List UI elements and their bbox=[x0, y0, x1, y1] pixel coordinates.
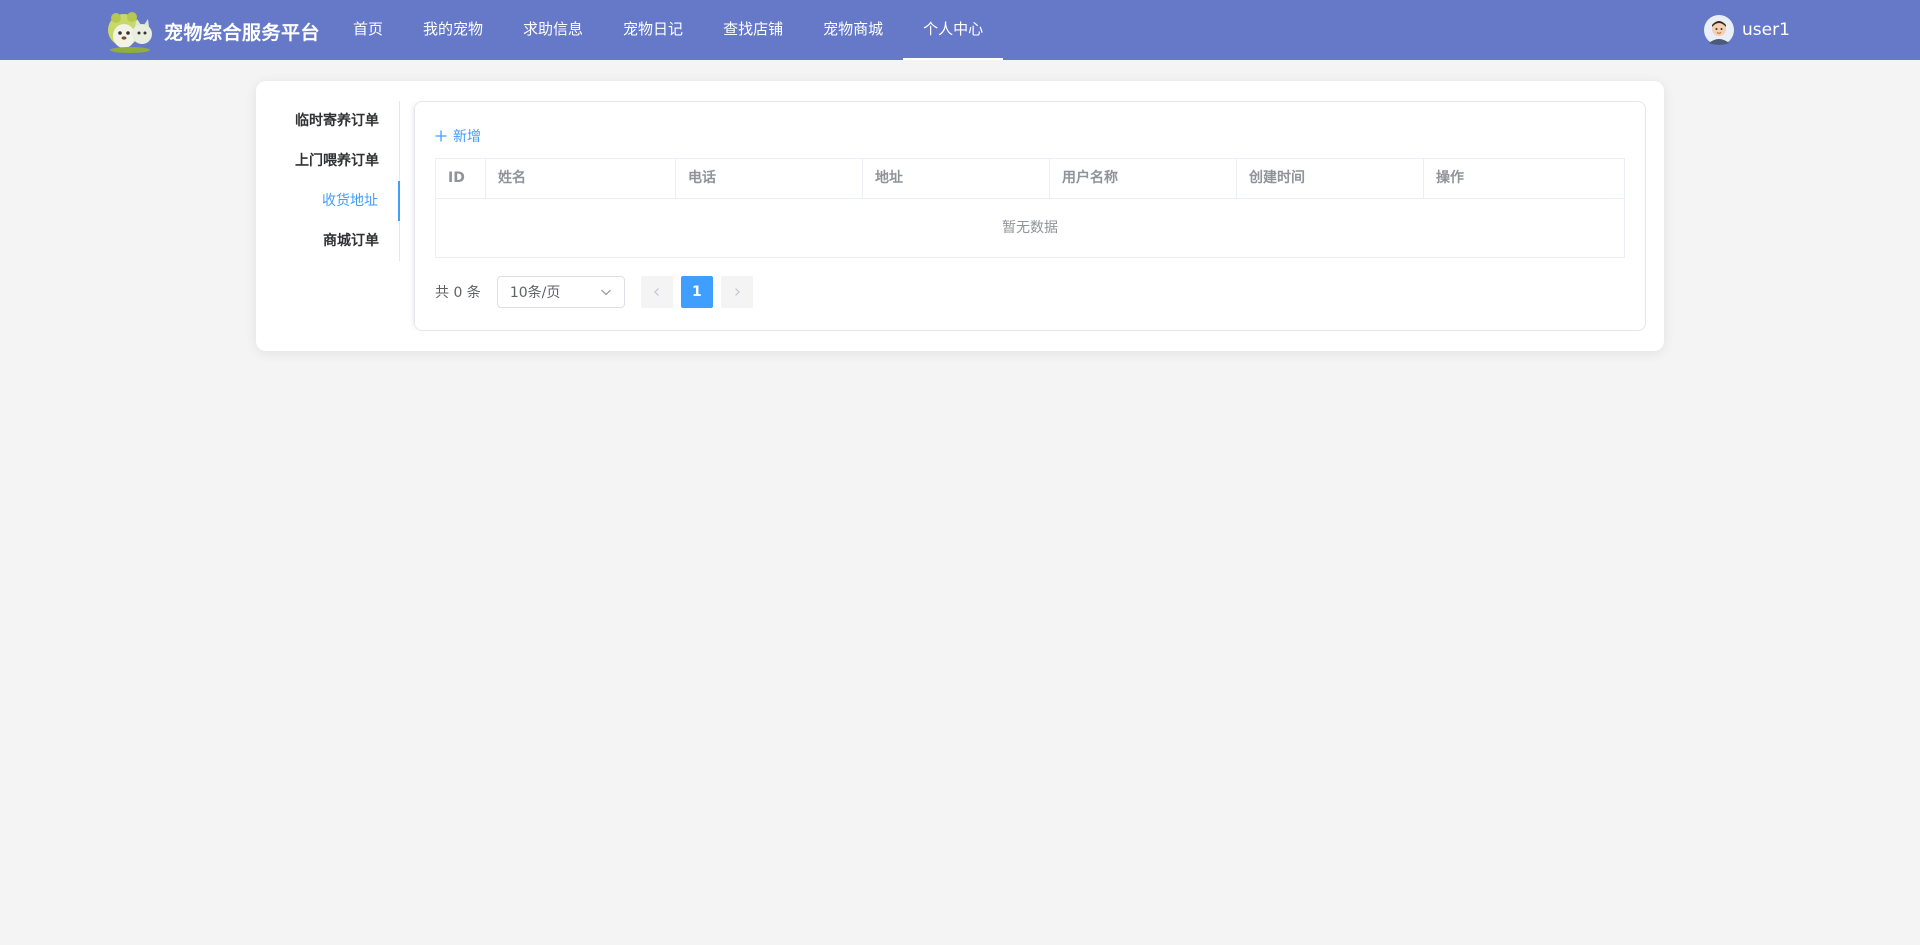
sidebar-item-mall-orders[interactable]: 商城订单 bbox=[255, 221, 399, 261]
nav-item-personal-center[interactable]: 个人中心 bbox=[903, 0, 1004, 60]
side-menu: 临时寄养订单 上门喂养订单 收货地址 商城订单 bbox=[256, 101, 400, 261]
plus-icon bbox=[435, 130, 447, 142]
pet-logo-icon bbox=[108, 12, 152, 53]
column-header-created-time: 创建时间 bbox=[1237, 159, 1424, 198]
prev-page-button[interactable] bbox=[640, 276, 673, 308]
page-size-value: 10条/页 bbox=[509, 285, 561, 301]
main-nav: 首页 我的宠物 求助信息 宠物日记 查找店铺 宠物商城 个人中心 bbox=[333, 0, 1004, 60]
nav-item-home[interactable]: 首页 bbox=[333, 0, 403, 60]
pagination: 共 0 条 10条/页 1 bbox=[435, 276, 753, 308]
nav-item-pet-diary[interactable]: 宠物日记 bbox=[603, 0, 703, 60]
column-header-address: 地址 bbox=[863, 159, 1050, 198]
add-button-label: 新增 bbox=[453, 129, 481, 145]
pagination-total: 共 0 条 bbox=[435, 285, 481, 301]
sidebar-item-home-feeding-orders[interactable]: 上门喂养订单 bbox=[255, 141, 399, 181]
add-button[interactable]: 新增 bbox=[435, 124, 481, 148]
chevron-left-icon bbox=[653, 288, 659, 296]
top-nav-bar: 宠物综合服务平台 首页 我的宠物 求助信息 宠物日记 查找店铺 宠物商城 个人中… bbox=[0, 0, 1920, 60]
address-table: ID 姓名 电话 地址 用户名称 创建时间 操作 暂无数据 bbox=[435, 158, 1625, 258]
column-header-name: 姓名 bbox=[486, 159, 676, 198]
page-size-select[interactable]: 10条/页 bbox=[496, 276, 625, 308]
table-header: ID 姓名 电话 地址 用户名称 创建时间 操作 bbox=[436, 159, 1624, 199]
sidebar-item-shipping-address[interactable]: 收货地址 bbox=[256, 181, 400, 221]
content-card: 临时寄养订单 上门喂养订单 收货地址 商城订单 新增 ID 姓名 电话 地址 用… bbox=[256, 81, 1664, 351]
nav-item-find-store[interactable]: 查找店铺 bbox=[703, 0, 803, 60]
brand[interactable]: 宠物综合服务平台 bbox=[104, 8, 320, 54]
column-header-username: 用户名称 bbox=[1050, 159, 1237, 198]
sidebar-item-temp-boarding-orders[interactable]: 临时寄养订单 bbox=[255, 101, 399, 141]
address-panel: 新增 ID 姓名 电话 地址 用户名称 创建时间 操作 暂无数据 共 0 条 1… bbox=[414, 101, 1646, 331]
brand-title: 宠物综合服务平台 bbox=[164, 21, 321, 44]
column-header-actions: 操作 bbox=[1436, 170, 1464, 186]
next-page-button[interactable] bbox=[720, 276, 753, 308]
nav-item-help-info[interactable]: 求助信息 bbox=[503, 0, 603, 60]
chevron-right-icon bbox=[734, 288, 740, 296]
page-number-button[interactable]: 1 bbox=[680, 276, 713, 308]
nav-item-my-pets[interactable]: 我的宠物 bbox=[403, 0, 503, 60]
chevron-down-icon bbox=[600, 289, 611, 296]
table-empty-text: 暂无数据 bbox=[1002, 220, 1058, 236]
column-header-phone: 电话 bbox=[676, 159, 863, 198]
column-header-id: ID bbox=[436, 159, 486, 198]
username: user1 bbox=[1742, 20, 1790, 40]
user-menu[interactable]: user1 bbox=[1704, 14, 1790, 46]
avatar-icon bbox=[1704, 15, 1734, 45]
nav-item-pet-mall[interactable]: 宠物商城 bbox=[803, 0, 903, 60]
